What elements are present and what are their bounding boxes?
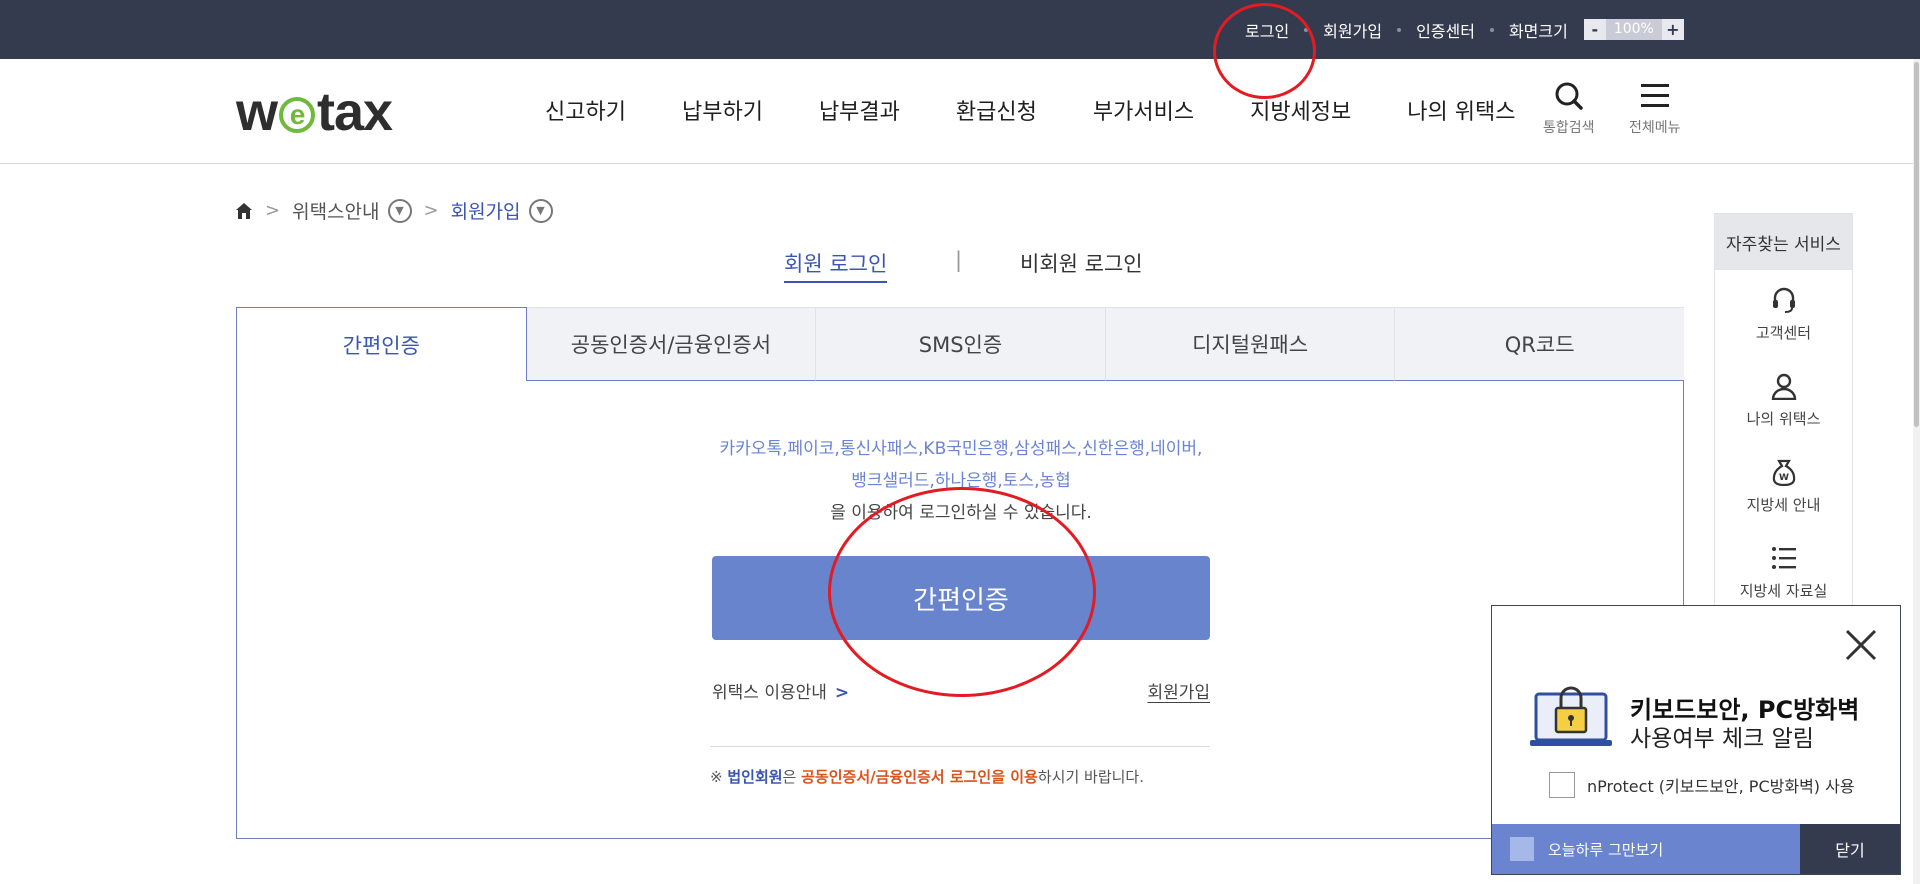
headset-icon <box>1772 287 1795 313</box>
join-link[interactable]: 회원가입 <box>1147 678 1210 703</box>
quick-item-local-tax-guide[interactable]: W 지방세 안내 <box>1715 458 1852 515</box>
integrated-search-button[interactable]: 통합검색 <box>1543 81 1595 137</box>
nav-my-wetax[interactable]: 나의 위택스 <box>1407 94 1515 126</box>
wetax-guide-link[interactable]: 위택스 이용안내 > <box>712 678 849 703</box>
quick-service-title: 자주찾는 서비스 <box>1715 214 1852 270</box>
chevron-down-icon[interactable]: ▼ <box>528 198 553 223</box>
login-type-tabs: 회원 로그인 | 비회원 로그인 <box>0 248 1920 288</box>
hide-today-button[interactable]: 오늘하루 그만보기 <box>1492 824 1800 874</box>
hide-today-checkbox[interactable] <box>1510 837 1534 861</box>
note-suffix: 하시기 바랍니다. <box>1037 768 1144 786</box>
separator-dot <box>1397 27 1402 32</box>
nprotect-checkbox[interactable] <box>1549 772 1575 798</box>
nprotect-checkbox-label: nProtect (키보드보안, PC방화벽) 사용 <box>1587 777 1855 796</box>
tab-sms-auth[interactable]: SMS인증 <box>816 307 1106 381</box>
popup-title-line2: 사용여부 체크 알림 <box>1630 726 1814 752</box>
logo-w: w <box>236 82 278 142</box>
quick-item-local-tax-library[interactable]: 지방세 자료실 <box>1715 544 1852 601</box>
breadcrumb-arrow-icon: > <box>423 200 439 221</box>
tab-easy-auth[interactable]: 간편인증 <box>236 307 527 381</box>
auth-method-tabs: 간편인증 공동인증서/금융인증서 SMS인증 디지털원패스 QR코드 <box>236 307 1684 381</box>
separator-dot <box>1489 27 1494 32</box>
hamburger-menu-icon <box>1640 84 1669 107</box>
quick-item-my-wetax[interactable]: 나의 위택스 <box>1715 372 1852 429</box>
zoom-value: 100% <box>1605 19 1662 40</box>
search-icon <box>1555 82 1583 110</box>
money-bag-icon: W <box>1772 459 1795 486</box>
zoom-in-button[interactable]: + <box>1661 19 1684 40</box>
chevron-right-icon: > <box>834 683 850 703</box>
zoom-control: - 100% + <box>1583 19 1684 40</box>
providers-line1: 카카오톡,페이코,통신사패스,KB국민은행,삼성패스,신한은행,네이버, <box>719 439 1203 459</box>
note-corp-member: 법인회원 <box>727 768 783 786</box>
tab-qr-code[interactable]: QR코드 <box>1395 307 1684 381</box>
signup-link[interactable]: 회원가입 <box>1323 18 1382 42</box>
list-icon <box>1771 547 1796 569</box>
quick-service-panel: 자주찾는 서비스 고객센터 나의 위택스 W 지방세 안내 지방세 자료실 <box>1714 213 1853 613</box>
laptop-lock-icon <box>1530 686 1612 746</box>
note-prefix: ※ <box>710 768 728 786</box>
divider <box>710 746 1210 747</box>
zoom-out-button[interactable]: - <box>1583 19 1606 40</box>
quick-item-label: 나의 위택스 <box>1746 410 1821 428</box>
breadcrumb-arrow-icon: > <box>265 200 281 221</box>
page-scrollbar-thumb[interactable] <box>1914 62 1919 427</box>
utility-bar: 로그인 회원가입 인증센터 화면크기 - 100% + <box>0 0 1920 59</box>
site-header: w e tax 신고하기 납부하기 납부결과 환급신청 부가서비스 지방세정보 나의… <box>0 59 1920 164</box>
tab-joint-certificate[interactable]: 공동인증서/금융인증서 <box>526 307 817 381</box>
close-icon[interactable] <box>1844 628 1878 662</box>
cert-center-link[interactable]: 인증센터 <box>1416 18 1475 42</box>
wetax-logo[interactable]: w e tax <box>236 81 393 143</box>
search-label: 통합검색 <box>1543 120 1595 136</box>
note-cert-login: 공동인증서/금융인증서 로그인을 이용 <box>801 768 1038 786</box>
breadcrumb-level2[interactable]: 회원가입 <box>451 197 521 224</box>
nav-payment-result[interactable]: 납부결과 <box>819 94 900 126</box>
nprotect-checkbox-row[interactable]: nProtect (키보드보안, PC방화벽) 사용 <box>1549 772 1855 798</box>
menu-label: 전체메뉴 <box>1629 120 1681 136</box>
quick-item-label: 지방세 안내 <box>1746 496 1821 514</box>
hide-today-label: 오늘하루 그만보기 <box>1548 840 1664 859</box>
person-icon <box>1771 373 1796 400</box>
breadcrumb: > 위택스안내 ▼ > 회원가입 ▼ <box>235 197 553 224</box>
logo-tax: tax <box>317 82 393 142</box>
corporate-note: ※ 법인회원은 공동인증서/금융인증서 로그인을 이용하시기 바랍니다. <box>710 766 1144 787</box>
screen-size-label: 화면크기 <box>1508 21 1568 41</box>
quick-item-label: 지방세 자료실 <box>1739 582 1828 600</box>
nav-file-report[interactable]: 신고하기 <box>545 94 626 126</box>
svg-text:W: W <box>1779 473 1789 483</box>
annotation-circle-easy-auth <box>828 487 1096 697</box>
nprotect-popup: 키보드보안, PC방화벽 사용여부 체크 알림 nProtect (키보드보안,… <box>1491 605 1901 875</box>
tab-member-login[interactable]: 회원 로그인 <box>784 248 888 283</box>
popup-footer: 오늘하루 그만보기 닫기 <box>1492 824 1900 874</box>
home-icon[interactable] <box>235 202 253 220</box>
tab-digital-onepass[interactable]: 디지털원패스 <box>1105 307 1396 381</box>
nav-additional-services[interactable]: 부가서비스 <box>1093 94 1194 126</box>
quick-item-customer-center[interactable]: 고객센터 <box>1715 286 1852 343</box>
quick-item-label: 고객센터 <box>1755 324 1812 342</box>
main-nav: 신고하기 납부하기 납부결과 환급신청 부가서비스 지방세정보 나의 위택스 <box>545 94 1571 126</box>
chevron-down-icon[interactable]: ▼ <box>387 198 412 223</box>
note-mid: 은 <box>782 768 802 786</box>
logo-e-circle: e <box>279 97 316 133</box>
all-menu-button[interactable]: 전체메뉴 <box>1629 81 1681 137</box>
nav-payment[interactable]: 납부하기 <box>682 94 763 126</box>
tab-nonmember-login[interactable]: 비회원 로그인 <box>1020 248 1143 278</box>
nav-refund[interactable]: 환급신청 <box>956 94 1037 126</box>
guide-link-label: 위택스 이용안내 <box>712 683 827 703</box>
breadcrumb-level1[interactable]: 위택스안내 <box>292 197 379 224</box>
popup-close-button[interactable]: 닫기 <box>1800 824 1900 874</box>
tab-separator: | <box>955 248 963 272</box>
annotation-circle-login <box>1213 3 1316 99</box>
